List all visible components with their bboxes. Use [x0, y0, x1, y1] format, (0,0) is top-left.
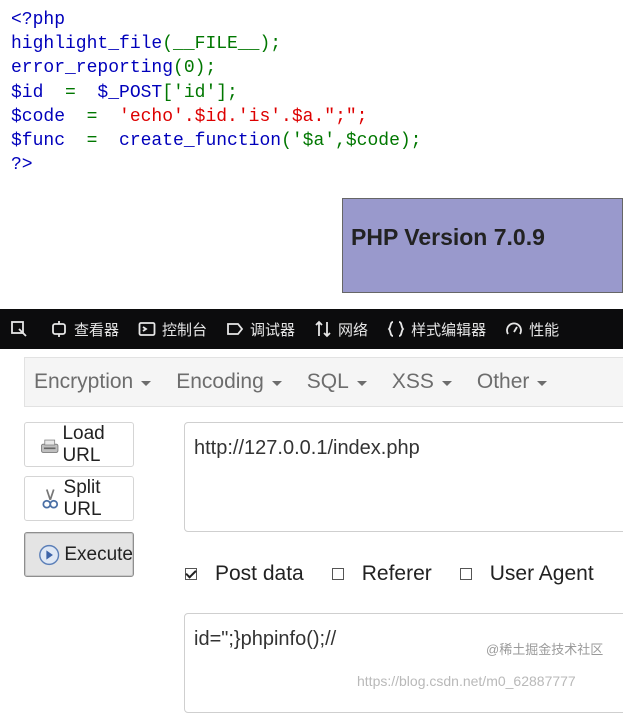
caret-down-icon	[441, 380, 452, 386]
devtools-toolbar: 查看器 控制台 调试器 网络 样式编辑器 性能	[0, 309, 623, 349]
code-text: ['id'];	[162, 82, 238, 103]
element-picker-button[interactable]	[10, 320, 34, 338]
menu-encryption[interactable]: Encryption	[34, 370, 152, 394]
tab-network-label: 网络	[338, 321, 369, 339]
referer-checkbox[interactable]	[331, 568, 344, 580]
caret-down-icon	[537, 380, 548, 386]
debugger-icon	[227, 323, 244, 335]
menu-other-label: Other	[476, 370, 530, 393]
tab-inspector[interactable]: 查看器	[50, 319, 119, 340]
source-badge: @稀土掘金技术社区	[486, 642, 604, 657]
tab-console[interactable]: 控制台	[138, 319, 207, 340]
user-agent-checkbox[interactable]	[459, 568, 472, 580]
tab-style-editor[interactable]: 样式编辑器	[387, 319, 486, 340]
options-row: Post data Referer User Agent	[185, 560, 622, 588]
tab-network[interactable]: 网络	[314, 319, 368, 340]
user-agent-label: User Agent	[489, 562, 594, 585]
menu-sql[interactable]: SQL	[307, 370, 367, 394]
code-text: =	[43, 82, 98, 103]
php-version-banner: PHP Version 7.0.9	[342, 198, 623, 293]
code-text: create_function	[119, 131, 282, 152]
play-icon	[39, 544, 60, 565]
pick-icon	[11, 321, 27, 337]
post-data-checkbox[interactable]	[185, 568, 197, 580]
console-icon	[138, 322, 156, 336]
menu-xss-label: XSS	[391, 370, 434, 393]
php-source: <?php highlight_file(__FILE__); error_re…	[11, 8, 422, 177]
var-code: $code	[11, 106, 66, 127]
menu-encryption-label: Encryption	[34, 370, 134, 393]
menu-xss[interactable]: XSS	[392, 370, 452, 394]
post-data-value: id=";}phpinfo();//	[194, 628, 337, 650]
code-text: =	[65, 131, 120, 152]
performance-icon	[506, 322, 522, 335]
network-icon	[315, 320, 331, 338]
var-func: $func	[11, 131, 66, 152]
highlight-file-call: highlight_file	[11, 34, 163, 55]
php-close-tag: ?>	[11, 155, 33, 176]
code-text: $_POST	[97, 82, 163, 103]
url-value: http://127.0.0.1/index.php	[194, 437, 420, 459]
code-text: ('$a',$code);	[281, 131, 422, 152]
code-text: 'echo'.$id.'is'.$a.";";	[119, 106, 368, 127]
caret-down-icon	[356, 380, 367, 386]
tab-debugger[interactable]: 调试器	[226, 319, 295, 340]
menu-encoding-label: Encoding	[176, 370, 264, 393]
load-url-label: Load URL	[62, 422, 105, 466]
tab-style-editor-label: 样式编辑器	[411, 321, 487, 339]
php-open-tag: <?php	[11, 10, 66, 30]
menu-encoding[interactable]: Encoding	[176, 370, 282, 394]
code-text: (__FILE__);	[162, 34, 282, 55]
caret-down-icon	[271, 380, 282, 386]
post-data-textarea[interactable]: id=";}phpinfo();//	[184, 613, 623, 713]
hackbar-menubar: Encryption Encoding SQL XSS Other	[24, 357, 623, 407]
url-textarea[interactable]: http://127.0.0.1/index.php	[184, 422, 623, 532]
referer-label: Referer	[361, 562, 432, 585]
tab-performance-label: 性能	[529, 321, 560, 339]
split-url-label: Split URL	[63, 476, 102, 520]
scissors-icon	[42, 488, 59, 509]
code-text: (0);	[173, 58, 217, 79]
watermark-text: https://blog.csdn.net/m0_62887777	[357, 673, 576, 689]
menu-other[interactable]: Other	[477, 370, 548, 394]
execute-label: Execute	[64, 543, 133, 565]
style-editor-icon	[387, 321, 405, 337]
code-text: =	[65, 106, 120, 127]
tab-console-label: 控制台	[162, 321, 208, 339]
inspector-icon	[52, 321, 66, 337]
tab-debugger-label: 调试器	[250, 321, 296, 339]
var-id: $id	[11, 82, 44, 103]
menu-sql-label: SQL	[306, 370, 349, 393]
tab-performance[interactable]: 性能	[505, 319, 559, 340]
load-url-icon	[41, 439, 59, 453]
error-reporting-call: error_reporting	[11, 58, 174, 79]
load-url-button[interactable]: Load URL	[24, 422, 134, 467]
post-data-label: Post data	[215, 562, 304, 585]
execute-button[interactable]: Execute	[24, 532, 134, 577]
split-url-button[interactable]: Split URL	[24, 476, 134, 521]
php-version-text: PHP Version 7.0.9	[351, 224, 545, 250]
tab-inspector-label: 查看器	[74, 321, 120, 339]
caret-down-icon	[141, 380, 152, 386]
